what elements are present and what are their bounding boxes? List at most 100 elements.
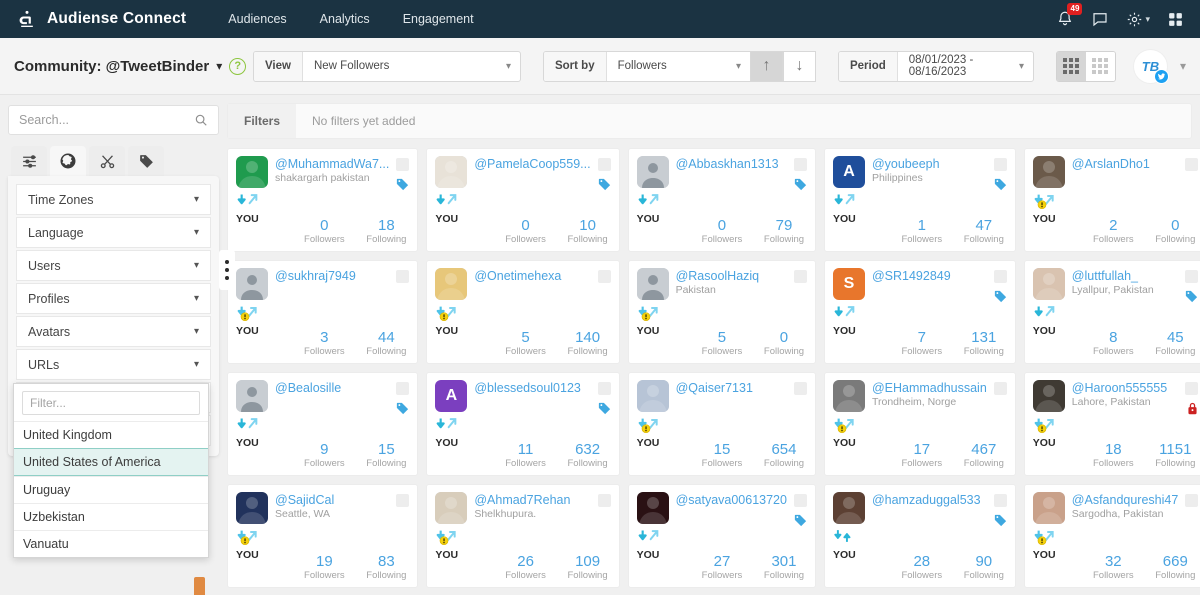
card-checkbox[interactable] xyxy=(793,382,807,395)
tag-icon[interactable] xyxy=(793,513,808,533)
country-option-uruguay[interactable]: Uruguay xyxy=(14,476,208,503)
account-avatar[interactable]: TB xyxy=(1133,49,1169,84)
user-card[interactable]: @SajidCal Seattle, WA YOU 19 Followers 83 Foll… xyxy=(227,484,419,588)
card-checkbox[interactable] xyxy=(396,270,410,283)
search-input[interactable] xyxy=(19,113,194,127)
user-card[interactable]: @RasoolHaziq Pakistan YOU 5 Followers 0 Follow… xyxy=(627,260,816,364)
view-filter-group[interactable]: View New Followers ▾ xyxy=(252,50,521,82)
user-card[interactable]: @Ahmad7Rehan Shelkhupura. YOU 26 Followers 10… xyxy=(426,484,620,588)
user-card[interactable]: @Asfandqureshi47 Sargodha, Pakistan YOU 32 F… xyxy=(1023,484,1200,588)
user-card[interactable]: @satyava00613720 YOU 27 Followers 301 Followi… xyxy=(627,484,816,588)
user-handle[interactable]: @RasoolHaziq xyxy=(676,269,787,283)
card-checkbox[interactable] xyxy=(1185,382,1199,395)
user-handle[interactable]: @Bealosille xyxy=(275,381,389,395)
card-checkbox[interactable] xyxy=(396,382,410,395)
grid-view-compact-button[interactable] xyxy=(1056,51,1086,81)
user-handle[interactable]: @ArslanDho1 xyxy=(1072,157,1179,171)
chat-icon[interactable] xyxy=(1091,10,1109,28)
help-icon[interactable]: ? xyxy=(229,57,247,75)
card-checkbox[interactable] xyxy=(993,158,1007,171)
user-card[interactable]: @Qaiser7131 YOU 15 Followers 654 Following xyxy=(627,372,816,476)
card-checkbox[interactable] xyxy=(396,494,410,507)
card-checkbox[interactable] xyxy=(1185,270,1199,283)
user-card[interactable]: A @blessedsoul0123 YOU 11 Followers 632 Follow… xyxy=(426,372,620,476)
user-card[interactable]: @EHammadhussain Trondheim, Norge YOU 17 Foll… xyxy=(823,372,1016,476)
view-select[interactable]: New Followers ▾ xyxy=(303,52,520,81)
card-checkbox[interactable] xyxy=(597,494,611,507)
user-handle[interactable]: @satyava00613720 xyxy=(676,493,787,507)
apps-grid-icon[interactable] xyxy=(1167,11,1184,28)
active-filters-bar[interactable]: Filters No filters yet added xyxy=(227,103,1192,139)
user-card[interactable]: S @SR1492849 YOU 7 Followers 131 Following xyxy=(823,260,1016,364)
scissors-icon[interactable] xyxy=(89,146,125,176)
user-handle[interactable]: @hamzaduggal533 xyxy=(872,493,987,507)
card-checkbox[interactable] xyxy=(1185,494,1199,507)
user-handle[interactable]: @youbeeph xyxy=(872,157,987,171)
nav-link-audiences[interactable]: Audiences xyxy=(228,12,286,26)
sort-descending-button[interactable]: ↓ xyxy=(782,50,816,82)
filter-accordion-profiles[interactable]: Profiles ▾ xyxy=(16,283,211,314)
user-handle[interactable]: @sukhraj7949 xyxy=(275,269,389,283)
grid-view-large-button[interactable] xyxy=(1085,51,1115,81)
account-chevron-down-icon[interactable]: ▾ xyxy=(1180,59,1186,73)
bell-icon[interactable]: 49 xyxy=(1056,3,1083,28)
user-card[interactable]: @sukhraj7949 YOU 3 Followers 44 Following xyxy=(227,260,419,364)
user-card[interactable]: @MuhammadWa7... shakargarh pakistan YOU 0 Fo… xyxy=(227,148,419,252)
tag-icon[interactable] xyxy=(597,177,612,197)
gear-icon[interactable]: ▾ xyxy=(1126,11,1150,28)
card-checkbox[interactable] xyxy=(793,158,807,171)
sliders-icon[interactable] xyxy=(11,146,47,176)
card-checkbox[interactable] xyxy=(793,270,807,283)
user-handle[interactable]: @Ahmad7Rehan xyxy=(474,493,590,507)
card-checkbox[interactable] xyxy=(396,158,410,171)
period-select[interactable]: 08/01/2023 - 08/16/2023 ▾ xyxy=(898,52,1033,81)
chevron-down-icon[interactable]: ▾ xyxy=(216,59,222,73)
tag-icon[interactable] xyxy=(395,401,410,421)
tag-icon[interactable] xyxy=(1184,289,1199,309)
filter-accordion-avatars[interactable]: Avatars ▾ xyxy=(16,316,211,347)
sort-ascending-button[interactable]: ↑ xyxy=(749,50,783,82)
filter-accordion-urls[interactable]: URLs ▾ xyxy=(16,349,211,380)
user-handle[interactable]: @luttfullah_ xyxy=(1072,269,1179,283)
country-option-vanuatu[interactable]: Vanuatu xyxy=(14,530,208,557)
search-box[interactable] xyxy=(8,105,219,135)
user-card[interactable]: @Abbaskhan1313 YOU 0 Followers 79 Following xyxy=(627,148,816,252)
user-handle[interactable]: @EHammadhussain xyxy=(872,381,987,395)
sort-select[interactable]: Followers ▾ xyxy=(607,52,750,81)
community-selector[interactable]: Community: @TweetBinder ▾ ? xyxy=(14,57,247,75)
card-checkbox[interactable] xyxy=(993,382,1007,395)
nav-link-engagement[interactable]: Engagement xyxy=(403,12,474,26)
tag-icon[interactable] xyxy=(128,146,164,176)
card-checkbox[interactable] xyxy=(993,494,1007,507)
tag-icon[interactable] xyxy=(993,289,1008,309)
user-handle[interactable]: @Haroon555555 xyxy=(1072,381,1179,395)
user-card[interactable]: @Bealosille YOU 9 Followers 15 Following xyxy=(227,372,419,476)
user-handle[interactable]: @Onetimehexa xyxy=(474,269,590,283)
user-handle[interactable]: @MuhammadWa7... xyxy=(275,157,389,171)
user-card[interactable]: @hamzaduggal533 YOU 28 Followers 90 Following xyxy=(823,484,1016,588)
user-handle[interactable]: @SR1492849 xyxy=(872,269,987,283)
filter-accordion-time-zones[interactable]: Time Zones ▾ xyxy=(16,184,211,215)
country-option-uzbekistan[interactable]: Uzbekistan xyxy=(14,503,208,530)
user-handle[interactable]: @Qaiser7131 xyxy=(676,381,787,395)
user-card[interactable]: A @youbeeph Philippines YOU 1 Followers 47 Foll… xyxy=(823,148,1016,252)
period-group[interactable]: Period 08/01/2023 - 08/16/2023 ▾ xyxy=(837,50,1034,82)
tag-icon[interactable] xyxy=(597,401,612,421)
user-handle[interactable]: @Asfandqureshi47 xyxy=(1072,493,1179,507)
card-checkbox[interactable] xyxy=(597,382,611,395)
card-checkbox[interactable] xyxy=(993,270,1007,283)
sort-group[interactable]: Sort by Followers ▾ xyxy=(542,50,751,82)
user-handle[interactable]: @PamelaCoop559... xyxy=(474,157,590,171)
user-handle[interactable]: @blessedsoul0123 xyxy=(474,381,590,395)
tag-icon[interactable] xyxy=(993,513,1008,533)
globe-icon[interactable] xyxy=(50,146,86,176)
filter-accordion-language[interactable]: Language ▾ xyxy=(16,217,211,248)
tag-icon[interactable] xyxy=(793,177,808,197)
tag-icon[interactable] xyxy=(395,177,410,197)
panel-drag-handle[interactable] xyxy=(219,250,235,290)
user-card[interactable]: @Onetimehexa YOU 5 Followers 140 Following xyxy=(426,260,620,364)
country-option-united-kingdom[interactable]: United Kingdom xyxy=(14,421,208,448)
user-card[interactable]: @ArslanDho1 YOU 2 Followers 0 Following xyxy=(1023,148,1200,252)
country-filter-input[interactable] xyxy=(22,391,200,415)
nav-link-analytics[interactable]: Analytics xyxy=(320,12,370,26)
